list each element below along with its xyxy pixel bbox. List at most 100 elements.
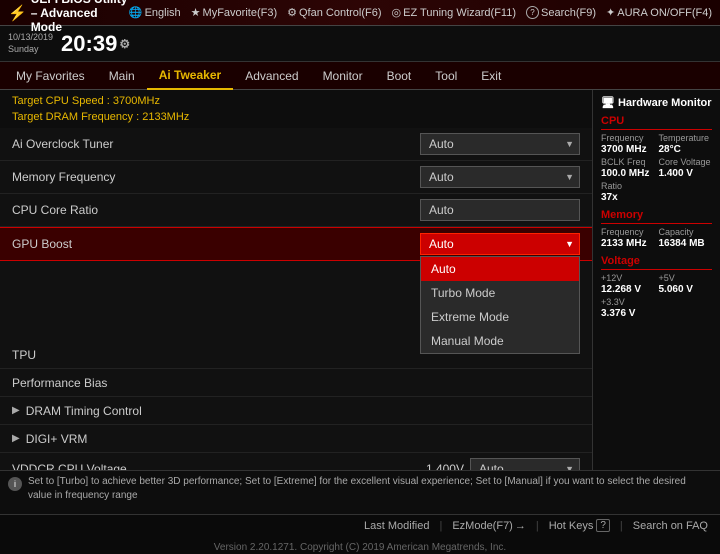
hw-capacity-value: 16384 MB bbox=[659, 238, 713, 249]
cpu-core-ratio-field: Auto bbox=[420, 199, 580, 221]
hw-capacity-label: Capacity bbox=[659, 227, 713, 237]
hw-mem-freq-value: 2133 MHz bbox=[601, 238, 655, 249]
aura-label: AURA ON/OFF(F4) bbox=[617, 7, 712, 19]
time-display: 20:39 ⚙ bbox=[61, 31, 130, 57]
qfan-control[interactable]: ⚙ Qfan Control(F6) bbox=[287, 6, 381, 19]
date-display: 10/13/2019 Sunday bbox=[8, 32, 53, 55]
hot-keys-button[interactable]: Hot Keys ? bbox=[549, 519, 610, 532]
aura-icon: ✦ bbox=[606, 6, 615, 19]
tab-ai-tweaker[interactable]: Ai Tweaker bbox=[147, 62, 233, 90]
target-info: Target CPU Speed : 3700MHz Target DRAM F… bbox=[0, 90, 592, 128]
gpu-boost-arrow-icon: ▼ bbox=[565, 239, 574, 249]
left-panel: Target CPU Speed : 3700MHz Target DRAM F… bbox=[0, 90, 592, 470]
last-modified[interactable]: Last Modified bbox=[364, 520, 429, 532]
eztuning-icon: ◎ bbox=[392, 6, 402, 19]
gpu-boost-option-extreme[interactable]: Extreme Mode bbox=[421, 305, 579, 329]
ez-mode-button[interactable]: EzMode(F7) → bbox=[452, 520, 526, 532]
header-title: UEFI BIOS Utility – Advanced Mode bbox=[31, 0, 129, 34]
vddcr-cpu-dropdown-value: Auto bbox=[479, 462, 504, 470]
tab-boot[interactable]: Boot bbox=[375, 62, 424, 90]
language-control[interactable]: 🌐 English bbox=[129, 6, 181, 19]
gpu-boost-option-manual[interactable]: Manual Mode bbox=[421, 329, 579, 353]
monitor-icon: 🖥 bbox=[601, 96, 615, 109]
dropdown-arrow2-icon: ▼ bbox=[565, 172, 574, 182]
status-divider-3: | bbox=[620, 520, 623, 532]
vddcr-cpu-dropdown-wrapper[interactable]: Auto ▼ bbox=[470, 458, 580, 470]
hw-3v3-value: 3.376 V bbox=[601, 308, 655, 319]
hw-cpu-section-title: CPU bbox=[601, 115, 712, 130]
gpu-boost-label: GPU Boost bbox=[12, 237, 420, 251]
header-controls: 🌐 English ★ MyFavorite(F3) ⚙ Qfan Contro… bbox=[129, 6, 712, 19]
hw-12v-label: +12V bbox=[601, 273, 655, 283]
hw-3v3-label: +3.3V bbox=[601, 297, 655, 307]
memory-frequency-dropdown-wrapper[interactable]: Auto ▼ bbox=[420, 166, 580, 188]
tab-advanced[interactable]: Advanced bbox=[233, 62, 310, 90]
dram-timing-label: DRAM Timing Control bbox=[26, 404, 142, 418]
status-bar: Last Modified | EzMode(F7) → | Hot Keys … bbox=[0, 514, 720, 536]
search-faq-button[interactable]: Search on FAQ bbox=[633, 520, 708, 532]
rog-logo: ⚡ bbox=[8, 4, 27, 22]
hw-5v-label: +5V bbox=[659, 273, 713, 283]
hw-temp-value: 28°C bbox=[659, 144, 713, 155]
eztuning-control[interactable]: ◎ EZ Tuning Wizard(F11) bbox=[392, 6, 517, 19]
tab-favorites[interactable]: My Favorites bbox=[4, 62, 97, 90]
tab-monitor[interactable]: Monitor bbox=[311, 62, 375, 90]
tab-exit[interactable]: Exit bbox=[469, 62, 513, 90]
gear-icon[interactable]: ⚙ bbox=[119, 37, 130, 51]
info-bar: i Set to [Turbo] to achieve better 3D pe… bbox=[0, 470, 720, 514]
aura-control[interactable]: ✦ AURA ON/OFF(F4) bbox=[606, 6, 712, 19]
gpu-boost-option-turbo[interactable]: Turbo Mode bbox=[421, 281, 579, 305]
memory-frequency-value: Auto bbox=[429, 170, 454, 184]
search-control[interactable]: ? Search(F9) bbox=[526, 6, 596, 19]
footer: Version 2.20.1271. Copyright (C) 2019 Am… bbox=[0, 536, 720, 554]
globe-icon: 🌐 bbox=[129, 6, 143, 19]
memory-frequency-label: Memory Frequency bbox=[12, 170, 420, 184]
hw-3v3-grid: +3.3V 3.376 V bbox=[601, 297, 712, 319]
hw-ratio-value: 37x bbox=[601, 192, 655, 203]
vddcr-cpu-label: VDDCR CPU Voltage bbox=[12, 462, 426, 470]
tab-main[interactable]: Main bbox=[97, 62, 147, 90]
dram-timing-section[interactable]: ▶ DRAM Timing Control bbox=[0, 397, 592, 425]
info-text: Set to [Turbo] to achieve better 3D perf… bbox=[28, 475, 712, 503]
hw-ratio-grid: Ratio 37x bbox=[601, 181, 712, 203]
gpu-boost-option-auto[interactable]: Auto bbox=[421, 257, 579, 281]
main-area: Target CPU Speed : 3700MHz Target DRAM F… bbox=[0, 90, 720, 470]
hw-voltage-section-title: Voltage bbox=[601, 255, 712, 270]
gpu-boost-dropdown-wrapper[interactable]: Auto ▼ bbox=[420, 233, 580, 255]
myfavorites-label: MyFavorite(F3) bbox=[203, 7, 278, 19]
hw-bclk-label: BCLK Freq bbox=[601, 157, 655, 167]
vddcr-cpu-row: VDDCR CPU Voltage 1.400V Auto ▼ bbox=[0, 453, 592, 470]
search-icon: ? bbox=[526, 6, 539, 19]
digi-vrm-arrow-icon: ▶ bbox=[12, 433, 20, 444]
performance-bias-label: Performance Bias bbox=[12, 376, 580, 390]
hw-corevolt-label: Core Voltage bbox=[659, 157, 713, 167]
hw-monitor-title: 🖥 Hardware Monitor bbox=[601, 96, 712, 109]
target-cpu-speed: Target CPU Speed : 3700MHz bbox=[12, 93, 580, 109]
digi-vrm-label: DIGI+ VRM bbox=[26, 432, 88, 446]
digi-vrm-section[interactable]: ▶ DIGI+ VRM bbox=[0, 425, 592, 453]
dram-timing-arrow-icon: ▶ bbox=[12, 405, 20, 416]
star-icon: ★ bbox=[191, 6, 201, 19]
cpu-core-ratio-row: CPU Core Ratio Auto bbox=[0, 194, 592, 227]
ai-overclock-dropdown-wrapper[interactable]: Auto ▼ bbox=[420, 133, 580, 155]
status-divider-1: | bbox=[439, 520, 442, 532]
qfan-icon: ⚙ bbox=[287, 6, 297, 19]
language-label: English bbox=[145, 7, 181, 19]
memory-frequency-row: Memory Frequency Auto ▼ bbox=[0, 161, 592, 194]
tab-tool[interactable]: Tool bbox=[423, 62, 469, 90]
search-label: Search(F9) bbox=[541, 7, 596, 19]
hw-mem-freq-label: Frequency bbox=[601, 227, 655, 237]
hw-memory-grid: Frequency Capacity 2133 MHz 16384 MB bbox=[601, 227, 712, 249]
hw-temp-label: Temperature bbox=[659, 133, 713, 143]
hw-cpu-bclk-grid: BCLK Freq Core Voltage 100.0 MHz 1.400 V bbox=[601, 157, 712, 179]
vddcr-cpu-arrow-icon: ▼ bbox=[565, 464, 574, 470]
vddcr-cpu-value: 1.400V bbox=[426, 462, 464, 470]
ai-overclock-row: Ai Overclock Tuner Auto ▼ bbox=[0, 128, 592, 161]
cpu-core-ratio-label: CPU Core Ratio bbox=[12, 203, 420, 217]
myfavorites-control[interactable]: ★ MyFavorite(F3) bbox=[191, 6, 277, 19]
hw-voltage-grid: +12V +5V 12.268 V 5.060 V bbox=[601, 273, 712, 295]
hw-5v-value: 5.060 V bbox=[659, 284, 713, 295]
gpu-boost-row: GPU Boost Auto ▼ Auto Turbo Mode Extreme… bbox=[0, 227, 592, 261]
eztuning-label: EZ Tuning Wizard(F11) bbox=[403, 7, 516, 19]
footer-text: Version 2.20.1271. Copyright (C) 2019 Am… bbox=[214, 542, 506, 553]
